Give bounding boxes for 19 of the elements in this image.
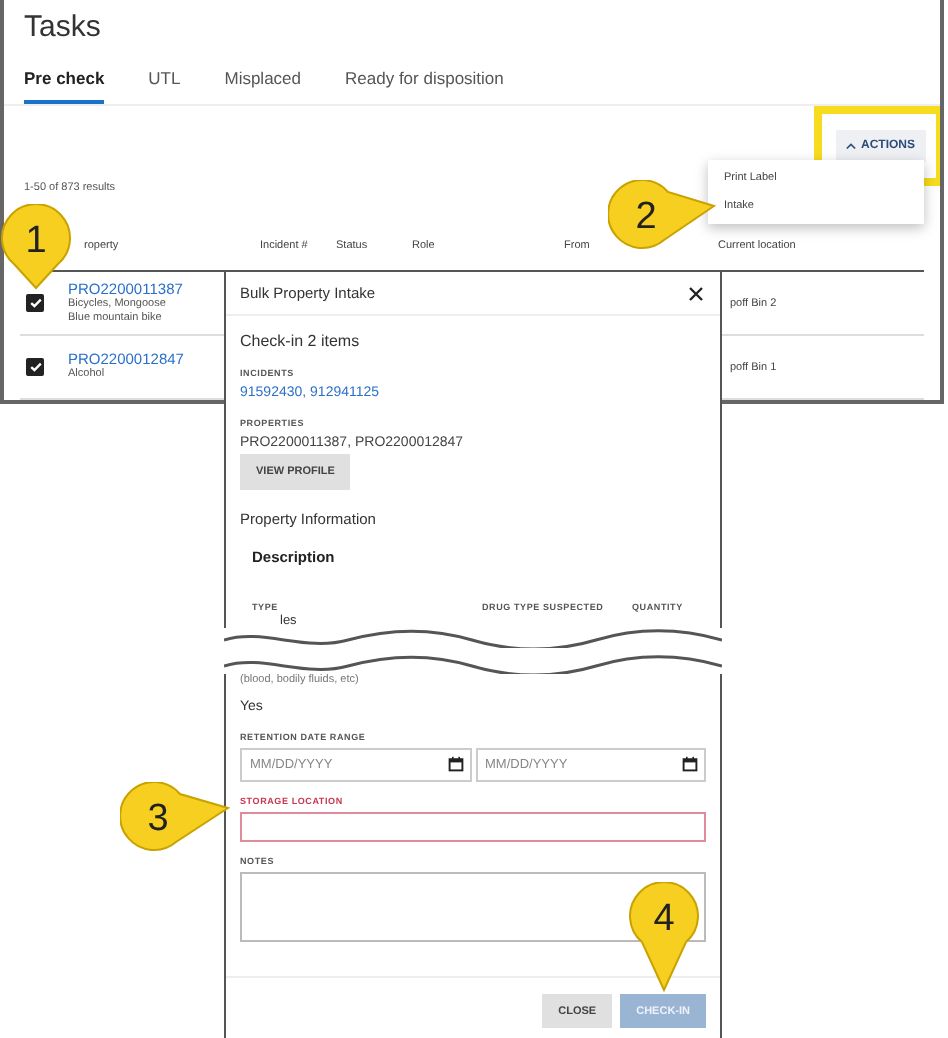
callout-number: 2 <box>635 196 657 240</box>
callout-number: 4 <box>653 898 675 942</box>
tab[interactable]: Pre check <box>24 68 105 104</box>
dialog-heading: Check-in 2 items <box>240 332 362 350</box>
caret-icon <box>845 142 855 150</box>
page-title: Tasks <box>22 8 103 44</box>
close-button[interactable] <box>688 285 704 301</box>
row-checkbox[interactable] <box>26 294 44 312</box>
row-checkbox[interactable] <box>26 358 44 376</box>
tab[interactable]: UTL <box>148 68 181 104</box>
callout-number: 3 <box>147 798 169 842</box>
calendar-icon[interactable] <box>447 756 463 772</box>
callout-number: 1 <box>25 220 47 264</box>
callout-pin-icon <box>624 882 704 992</box>
tab[interactable]: Misplaced <box>224 68 302 104</box>
tab[interactable]: Ready for disposition <box>345 68 504 104</box>
notes-field[interactable] <box>240 872 706 942</box>
storage-location-field[interactable] <box>240 812 706 842</box>
calendar-icon[interactable] <box>682 756 698 772</box>
